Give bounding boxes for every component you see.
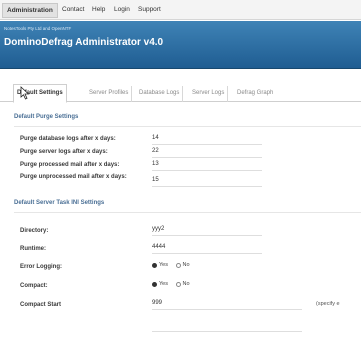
error-logging-no-radio[interactable] [175, 262, 181, 268]
header-banner: NotesTools Pty Ltd and OpenNTF DominoDef… [0, 21, 361, 69]
tab-server-profiles[interactable]: Server Profiles [86, 86, 133, 102]
radio-label: No [182, 281, 190, 287]
nav-login[interactable]: Login [114, 6, 130, 13]
compact-yes-radio[interactable] [152, 281, 157, 287]
compact-label: Compact: [20, 283, 48, 289]
divider [14, 212, 361, 213]
radio-label: No [182, 262, 190, 268]
purge-settings-heading: Default Purge Settings [14, 114, 79, 120]
purge-unprocessed-mail-field[interactable]: 15 [152, 175, 262, 187]
runtime-field[interactable]: 4444 [152, 242, 262, 254]
error-logging-radio-group: Yes No [152, 262, 196, 268]
directory-field[interactable]: yyy2 [152, 224, 262, 236]
tab-label: Defrag Graph [237, 90, 274, 96]
tab-label: Database Logs [139, 90, 180, 96]
nav-administration[interactable]: Administration [2, 3, 58, 18]
runtime-label: Runtime: [20, 246, 46, 252]
purge-db-logs-field[interactable]: 14 [152, 133, 262, 145]
purge-server-logs-label: Purge server logs after x days: [20, 149, 108, 155]
tab-defrag-graph[interactable]: Defrag Graph [234, 86, 276, 102]
radio-label: Yes [159, 262, 168, 268]
server-settings-heading: Default Server Task INI Settings [14, 200, 105, 206]
nav-help[interactable]: Help [92, 6, 105, 13]
tab-database-logs[interactable]: Database Logs [136, 86, 184, 102]
next-field[interactable] [152, 320, 302, 332]
directory-label: Directory: [20, 228, 49, 234]
bottom-fade [0, 346, 361, 355]
purge-processed-mail-field[interactable]: 13 [152, 159, 262, 171]
purge-db-logs-label: Purge database logs after x days: [20, 136, 116, 142]
app-title: DominoDefrag Administrator v4.0 [4, 37, 164, 48]
divider [14, 126, 361, 127]
nav-contact[interactable]: Contact [62, 6, 84, 13]
tab-label: Server Logs [192, 90, 225, 96]
compact-no-radio[interactable] [175, 281, 181, 287]
error-logging-label: Error Logging: [20, 264, 62, 270]
nav-support[interactable]: Support [138, 6, 161, 13]
compact-radio-group: Yes No [152, 281, 196, 287]
compact-start-note: (specify e [316, 301, 340, 307]
purge-unprocessed-mail-label: Purge unprocessed mail after x days: [20, 174, 127, 180]
tab-server-logs[interactable]: Server Logs [189, 86, 229, 102]
compact-start-field[interactable]: 999 [152, 298, 302, 310]
purge-server-logs-field[interactable]: 22 [152, 146, 262, 158]
tab-bar: Default Settings Server Profiles Databas… [0, 78, 361, 103]
mouse-cursor-icon [20, 86, 30, 100]
top-nav: Administration Contact Help Login Suppor… [0, 0, 361, 20]
purge-processed-mail-label: Purge processed mail after x days: [20, 162, 120, 168]
compact-start-label: Compact Start [20, 302, 62, 308]
tab-label: Server Profiles [89, 90, 129, 96]
radio-label: Yes [159, 281, 168, 287]
error-logging-yes-radio[interactable] [152, 262, 157, 268]
banner-company: NotesTools Pty Ltd and OpenNTF [4, 26, 72, 31]
